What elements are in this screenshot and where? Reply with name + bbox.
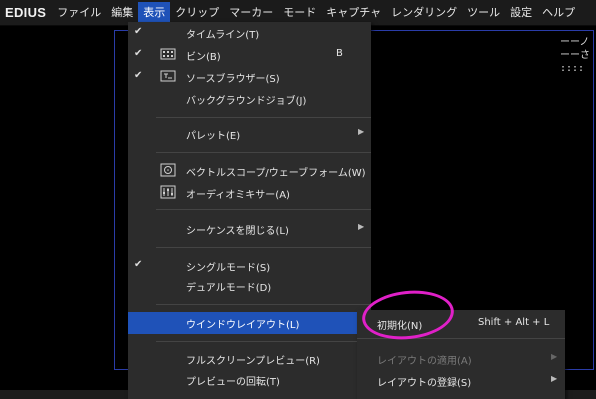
menu-file[interactable]: ファイル bbox=[52, 2, 106, 24]
menu-separator bbox=[156, 247, 371, 248]
check-icon: ✔ bbox=[134, 48, 143, 59]
menu-item-label: ソースブラウザー(S) bbox=[186, 74, 280, 85]
menu-help[interactable]: ヘルプ bbox=[537, 2, 580, 24]
menu-item-bin[interactable]: ✔ ビン(B) B bbox=[128, 44, 371, 66]
menu-item-label: パレット(E) bbox=[186, 131, 241, 142]
app-logo: EDIUS bbox=[5, 5, 47, 20]
menu-item-label: ベクトルスコープ/ウェーブフォーム(W) bbox=[186, 168, 366, 179]
shortcut-label: B bbox=[336, 48, 343, 59]
submenu-item-apply-layout: レイアウトの適用(A) ▶ bbox=[357, 347, 565, 369]
menu-tools[interactable]: ツール bbox=[462, 2, 505, 24]
menu-edit[interactable]: 編集 bbox=[106, 2, 138, 24]
menu-view[interactable]: 表示 bbox=[138, 1, 171, 24]
menu-item-label: オーディオミキサー(A) bbox=[186, 190, 290, 201]
menu-item-source-browser[interactable]: ✔ ソースブラウザー(S) bbox=[128, 66, 371, 88]
check-icon: ✔ bbox=[134, 70, 143, 81]
menu-item-audio-mixer[interactable]: オーディオミキサー(A) bbox=[128, 182, 371, 204]
menu-item-label: シーケンスを閉じる(L) bbox=[186, 226, 289, 237]
submenu-item-label: 初期化(N) bbox=[377, 321, 423, 332]
shortcut-label: Shift + Alt + L bbox=[478, 317, 550, 328]
menu-item-single-mode[interactable]: ✔ シングルモード(S) bbox=[128, 255, 371, 277]
menu-item-timeline[interactable]: ✔ タイムライン(T) bbox=[128, 22, 371, 44]
menu-marker[interactable]: マーカー bbox=[224, 2, 278, 24]
menu-item-label: シングルモード(S) bbox=[186, 263, 271, 274]
menu-item-label: バックグラウンドジョブ(J) bbox=[186, 96, 307, 107]
menu-item-label: タイムライン(T) bbox=[186, 30, 260, 41]
menu-clip[interactable]: クリップ bbox=[170, 2, 224, 24]
menu-settings[interactable]: 設定 bbox=[505, 2, 537, 24]
check-icon: ✔ bbox=[134, 26, 143, 37]
check-icon: ✔ bbox=[134, 259, 143, 270]
submenu-item-label: レイアウトの適用(A) bbox=[377, 356, 472, 367]
menu-item-label: プレビューの回転(T) bbox=[186, 377, 280, 388]
bin-icon bbox=[160, 47, 176, 61]
vectorscope-icon bbox=[160, 163, 176, 177]
menu-item-window-layout[interactable]: ウインドウレイアウト(L) ▶ bbox=[128, 312, 371, 334]
menu-capture[interactable]: キャプチャ bbox=[321, 2, 386, 24]
menu-item-label: ウインドウレイアウト(L) bbox=[186, 320, 300, 331]
menu-item-label: ビン(B) bbox=[186, 52, 221, 63]
menu-item-label: フルスクリーンプレビュー(R) bbox=[186, 356, 320, 367]
menu-item-preview-rotation[interactable]: プレビューの回転(T) ▶ bbox=[128, 369, 371, 391]
submenu-arrow-icon: ▶ bbox=[551, 374, 558, 383]
menu-item-background-job[interactable]: バックグラウンドジョブ(J) bbox=[128, 88, 371, 110]
menu-item-close-sequence[interactable]: シーケンスを閉じる(L) ▶ bbox=[128, 218, 371, 240]
menu-item-label: デュアルモード(D) bbox=[186, 283, 272, 294]
menu-render[interactable]: レンダリング bbox=[386, 2, 462, 24]
menu-separator bbox=[156, 152, 371, 153]
window-layout-submenu: 初期化(N) Shift + Alt + L レイアウトの適用(A) ▶ レイア… bbox=[357, 310, 565, 399]
menu-item-vectorscope[interactable]: ベクトルスコープ/ウェーブフォーム(W) bbox=[128, 160, 371, 182]
submenu-arrow-icon: ▶ bbox=[551, 352, 558, 361]
menu-separator bbox=[156, 341, 371, 342]
source-browser-icon bbox=[160, 69, 176, 83]
submenu-arrow-icon: ▶ bbox=[358, 222, 365, 231]
menu-separator bbox=[156, 117, 371, 118]
submenu-item-initialize[interactable]: 初期化(N) Shift + Alt + L bbox=[357, 312, 565, 334]
submenu-item-label: レイアウトの登録(S) bbox=[377, 378, 472, 389]
menu-item-dual-mode[interactable]: デュアルモード(D) bbox=[128, 275, 371, 297]
preview-overlay-glyphs: ーーノ ーーさ :::: bbox=[560, 37, 590, 74]
menu-mode[interactable]: モード bbox=[278, 2, 321, 24]
audio-mixer-icon bbox=[160, 185, 176, 199]
view-menu-dropdown: ✔ タイムライン(T) ✔ ビン(B) B ✔ ソースブラウザー(S) バックグ… bbox=[128, 22, 371, 399]
menu-item-fullscreen-preview[interactable]: フルスクリーンプレビュー(R) ▶ bbox=[128, 348, 371, 370]
submenu-arrow-icon: ▶ bbox=[358, 127, 365, 136]
menu-item-palette[interactable]: パレット(E) ▶ bbox=[128, 123, 371, 145]
menu-separator bbox=[156, 209, 371, 210]
menu-separator bbox=[156, 304, 371, 305]
menu-separator bbox=[357, 338, 565, 339]
submenu-item-save-layout[interactable]: レイアウトの登録(S) ▶ bbox=[357, 369, 565, 391]
